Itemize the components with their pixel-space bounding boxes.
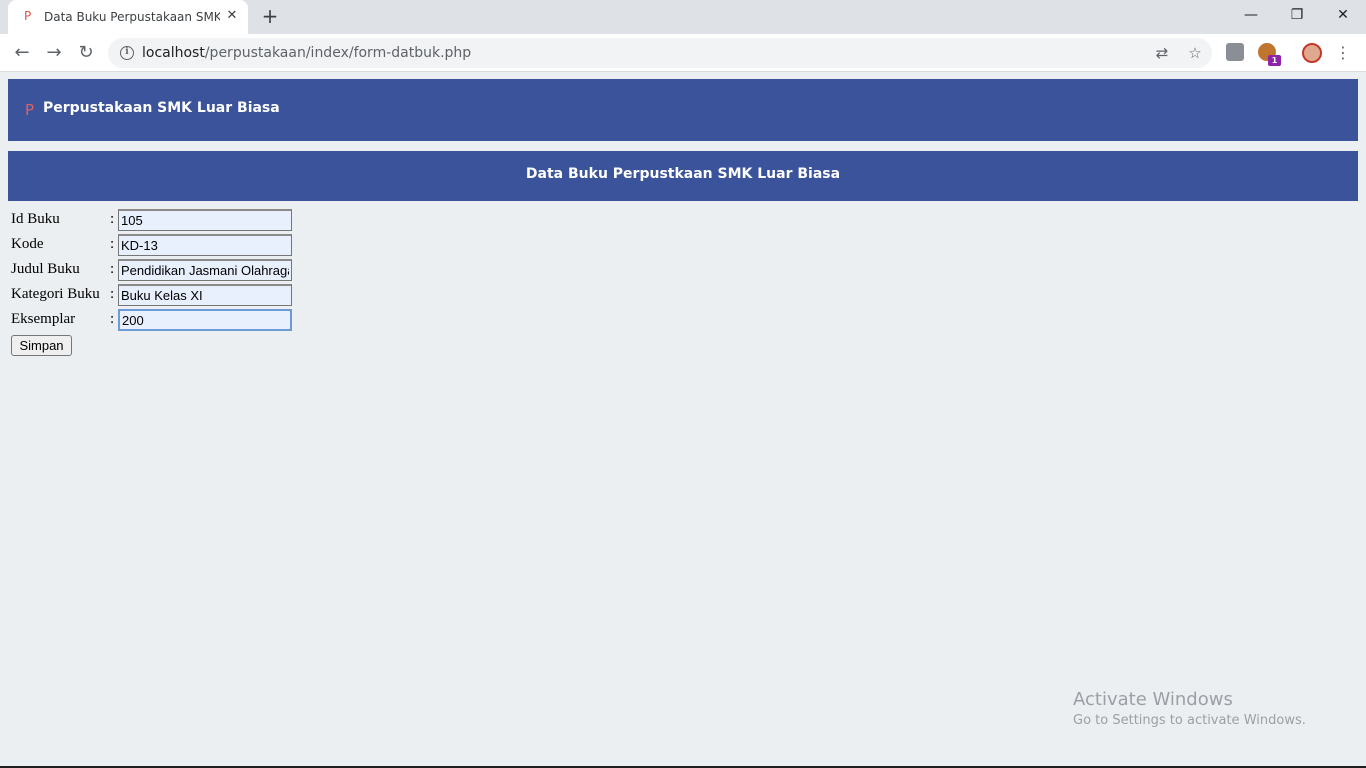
page-viewport: P Perpustakaan SMK Luar Biasa Data Buku …: [0, 72, 1366, 766]
star-icon[interactable]: ☆: [1186, 44, 1204, 62]
field-separator: :: [110, 261, 115, 277]
reload-icon[interactable]: ↻: [74, 41, 98, 65]
field-separator: :: [110, 211, 115, 227]
site-title[interactable]: Perpustakaan SMK Luar Biasa: [43, 100, 280, 116]
field-label: Eksemplar: [11, 311, 76, 327]
field-label: Judul Buku: [11, 261, 80, 277]
eksemplar-input[interactable]: [118, 309, 292, 331]
activate-windows-watermark: Activate Windows Go to Settings to activ…: [1073, 689, 1306, 728]
field-separator: :: [110, 286, 115, 302]
simpan-button[interactable]: Simpan: [11, 335, 72, 356]
url-text[interactable]: localhost/perpustakaan/index/form-datbuk…: [142, 45, 471, 61]
field-label: Kategori Buku: [11, 286, 100, 302]
judul-buku-input[interactable]: [118, 259, 292, 281]
section-header: Data Buku Perpustkaan SMK Luar Biasa: [8, 151, 1358, 201]
watermark-title: Activate Windows: [1073, 689, 1233, 710]
close-window-button[interactable]: ✕: [1320, 0, 1366, 30]
tab-title: Data Buku Perpustakaan SMK Luar Biasa: [44, 10, 220, 24]
site-info-icon[interactable]: i: [120, 46, 134, 60]
favicon-icon: P: [24, 9, 32, 23]
browser-toolbar: ← → ↻ i localhost/perpustakaan/index/for…: [0, 34, 1366, 72]
restore-button[interactable]: ❐: [1274, 0, 1320, 30]
translate-icon[interactable]: ⇄: [1153, 44, 1171, 62]
new-tab-button[interactable]: +: [259, 5, 281, 27]
url-path: /perpustakaan/index/form-datbuk.php: [204, 45, 472, 61]
kode-input[interactable]: [118, 234, 292, 256]
minimize-button[interactable]: —: [1228, 0, 1274, 30]
forward-icon[interactable]: →: [42, 41, 66, 65]
brand-icon: P: [25, 101, 35, 119]
tab-strip: P Data Buku Perpustakaan SMK Luar Biasa …: [0, 0, 1366, 34]
field-label: Kode: [11, 236, 44, 252]
more-menu-icon[interactable]: ⋮: [1334, 42, 1352, 64]
back-icon[interactable]: ←: [10, 41, 34, 65]
address-bar[interactable]: i localhost/perpustakaan/index/form-datb…: [108, 38, 1212, 68]
profile-avatar[interactable]: [1302, 43, 1322, 63]
tab-close-icon[interactable]: ✕: [224, 7, 240, 25]
id-buku-input[interactable]: [118, 209, 292, 231]
url-host: localhost: [142, 45, 205, 61]
extension-badge: 1: [1268, 55, 1281, 66]
browser-tab[interactable]: P Data Buku Perpustakaan SMK Luar Biasa …: [8, 0, 248, 34]
site-header: P Perpustakaan SMK Luar Biasa: [8, 79, 1358, 141]
field-label: Id Buku: [11, 211, 60, 227]
field-separator: :: [110, 311, 115, 327]
watermark-subtitle: Go to Settings to activate Windows.: [1073, 713, 1306, 728]
kategori-buku-input[interactable]: [118, 284, 292, 306]
field-separator: :: [110, 236, 115, 252]
page-title: Data Buku Perpustkaan SMK Luar Biasa: [525, 166, 841, 182]
extension-icon[interactable]: [1226, 43, 1244, 61]
